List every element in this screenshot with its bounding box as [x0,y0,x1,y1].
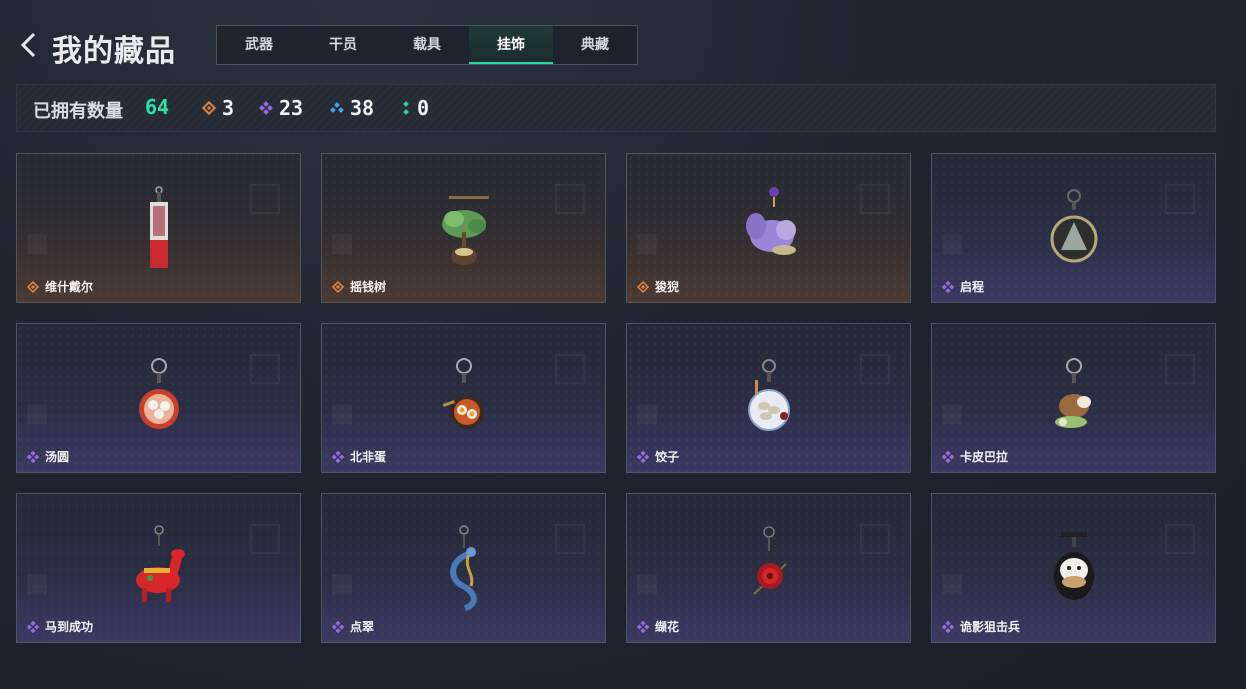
charm-name: 启程 [960,280,985,294]
tab-weapons[interactable]: 武器 [217,26,301,64]
charm-name: 摇钱树 [350,280,387,294]
gold-rarity-stat: 3 [202,95,234,121]
charm-card[interactable]: 缬花 [626,493,911,643]
owned-label: 已拥有数量 [33,101,123,122]
charm-name: 饺子 [655,450,680,464]
sniper-charm-icon [1053,532,1094,600]
purple-count: 23 [279,96,304,120]
gold-rarity-icon [332,281,344,293]
charm-name: 卡皮巴拉 [960,450,1009,464]
blue-diamond-icon [330,102,344,113]
charm-name: 维什戴尔 [45,280,94,294]
owned-count: 64 [145,95,170,119]
shakshuka-charm-icon [442,358,484,429]
charm-card[interactable]: 北非蛋 [321,323,606,473]
charm-name: 汤圆 [45,450,70,464]
green-diamond-icon [403,101,409,115]
money-tree-charm-icon [441,196,489,265]
category-tabs: 武器 干员 载具 挂饰 典藏 [216,25,638,65]
purple-rarity-icon [332,621,344,633]
back-arrow-icon[interactable] [18,30,40,60]
gold-rarity-icon [27,281,39,293]
green-rarity-stat: 0 [401,95,429,121]
nameplate-charm-icon [149,186,168,268]
horse-charm-icon [135,525,185,602]
green-count: 0 [417,96,430,120]
charm-card[interactable]: 马到成功 [16,493,301,643]
charm-name: 诡影狙击兵 [960,620,1021,634]
medal-charm-icon [1050,189,1097,263]
gold-rarity-icon [637,281,649,293]
charm-card[interactable]: 摇钱树 [321,153,606,303]
purple-rarity-icon [27,621,39,633]
blue-rarity-stat: 38 [330,95,374,121]
charm-card[interactable]: 汤圆 [16,323,301,473]
purple-rarity-icon [27,451,39,463]
purple-rarity-stat: 23 [259,95,303,121]
suanni-charm-icon [745,187,796,255]
tab-operators[interactable]: 干员 [301,26,385,64]
purple-diamond-icon [259,101,273,115]
gold-count: 3 [222,96,235,120]
purple-rarity-icon [942,621,954,633]
charm-card[interactable]: 维什戴尔 [16,153,301,303]
purple-rarity-icon [637,451,649,463]
blue-count: 38 [350,96,375,120]
charm-name: 点翠 [350,620,375,634]
charm-card[interactable]: 狻猊 [626,153,911,303]
phoenix-charm-icon [449,525,477,611]
charm-card[interactable]: 点翠 [321,493,606,643]
purple-rarity-icon [332,451,344,463]
purple-rarity-icon [637,621,649,633]
tangyuan-charm-icon [138,358,179,429]
charm-name: 马到成功 [45,620,94,634]
dumpling-charm-icon [747,359,790,431]
charm-name: 狻猊 [655,280,680,294]
gold-diamond-icon [202,101,216,115]
charm-name: 北非蛋 [350,450,387,464]
tab-charms[interactable]: 挂饰 [469,26,553,64]
charm-card[interactable]: 诡影狙击兵 [931,493,1216,643]
capybara-charm-icon [1054,358,1091,428]
charm-card[interactable]: 启程 [931,153,1216,303]
rose-charm-icon [752,526,787,595]
purple-rarity-icon [942,451,954,463]
charm-name: 缬花 [655,620,680,634]
tab-collection[interactable]: 典藏 [553,26,637,64]
charm-card[interactable]: 卡皮巴拉 [931,323,1216,473]
tab-vehicles[interactable]: 载具 [385,26,469,64]
collection-stats-bar: 已拥有数量 64 3 23 38 0 [16,84,1216,132]
purple-rarity-icon [942,281,954,293]
page-title: 我的藏品 [52,34,176,69]
charm-card[interactable]: 饺子 [626,323,911,473]
